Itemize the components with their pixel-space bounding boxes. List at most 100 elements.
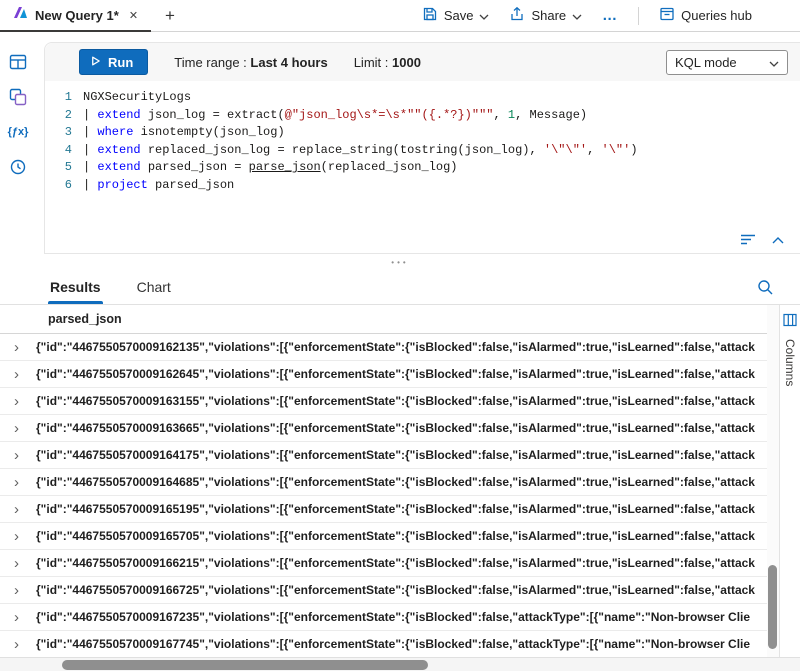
chevron-down-icon	[769, 55, 779, 70]
expand-chevron-icon[interactable]: ›	[14, 340, 36, 355]
parsed-json-cell: {"id":"4467550570009166215","violations"…	[36, 556, 767, 570]
top-bar: New Query 1* ✕ + Save Share …	[0, 0, 800, 32]
expand-chevron-icon[interactable]: ›	[14, 583, 36, 598]
new-tab-button[interactable]: +	[151, 0, 189, 31]
parsed-json-cell: {"id":"4467550570009167745","violations"…	[36, 637, 767, 651]
queries-hub-button[interactable]: Queries hub	[659, 6, 752, 25]
columns-icon	[783, 313, 797, 332]
results-tabs-row: Results Chart	[0, 270, 800, 305]
parsed-json-cell: {"id":"4467550570009166725","violations"…	[36, 583, 767, 597]
search-icon[interactable]	[756, 278, 774, 296]
divider	[638, 7, 639, 25]
expand-chevron-icon[interactable]: ›	[14, 421, 36, 436]
expand-chevron-icon[interactable]: ›	[14, 475, 36, 490]
expand-chevron-icon[interactable]: ›	[14, 637, 36, 652]
parsed-json-cell: {"id":"4467550570009162135","violations"…	[36, 340, 767, 354]
results-grid: parsed_json ›{"id":"4467550570009162135"…	[0, 305, 767, 657]
query-tab[interactable]: New Query 1* ✕	[0, 0, 151, 31]
chevron-down-icon	[479, 8, 489, 23]
table-row[interactable]: ›{"id":"4467550570009167235","violations…	[0, 604, 767, 631]
time-range-picker[interactable]: Time range : Last 4 hours	[174, 55, 327, 70]
limit-label: Limit :	[354, 55, 389, 70]
line-number: 2	[45, 107, 72, 125]
results-panel: Results Chart parsed_json ›{"id":"446755…	[0, 270, 800, 657]
queries-hub-icon	[659, 6, 675, 25]
table-row[interactable]: ›{"id":"4467550570009163665","violations…	[0, 415, 767, 442]
expand-chevron-icon[interactable]: ›	[14, 556, 36, 571]
horizontal-scrollbar-thumb[interactable]	[62, 660, 428, 670]
tune-icon[interactable]	[740, 234, 756, 246]
table-row[interactable]: ›{"id":"4467550570009165705","violations…	[0, 523, 767, 550]
close-tab-icon[interactable]: ✕	[126, 7, 141, 24]
time-range-value: Last 4 hours	[250, 55, 327, 70]
parsed-json-cell: {"id":"4467550570009163665","violations"…	[36, 421, 767, 435]
save-label: Save	[444, 8, 474, 23]
code-line: | where isnotempty(json_log)	[83, 124, 800, 142]
table-row[interactable]: ›{"id":"4467550570009167745","violations…	[0, 631, 767, 657]
editor-footer	[45, 227, 800, 253]
left-icon-rail: {ƒx}	[0, 32, 36, 254]
table-row[interactable]: ›{"id":"4467550570009164685","violations…	[0, 469, 767, 496]
tab-results[interactable]: Results	[48, 270, 103, 304]
table-row[interactable]: ›{"id":"4467550570009162645","violations…	[0, 361, 767, 388]
time-range-label: Time range :	[174, 55, 247, 70]
expand-chevron-icon[interactable]: ›	[14, 502, 36, 517]
parsed-json-cell: {"id":"4467550570009163155","violations"…	[36, 394, 767, 408]
queries-hub-label: Queries hub	[681, 8, 752, 23]
parsed-json-cell: {"id":"4467550570009167235","violations"…	[36, 610, 767, 624]
limit-picker[interactable]: Limit : 1000	[354, 55, 421, 70]
table-row[interactable]: ›{"id":"4467550570009166215","violations…	[0, 550, 767, 577]
table-row[interactable]: ›{"id":"4467550570009166725","violations…	[0, 577, 767, 604]
query-mode-select[interactable]: KQL mode	[666, 50, 788, 75]
history-icon[interactable]	[8, 157, 28, 177]
more-actions-button[interactable]: …	[602, 7, 618, 24]
line-number: 3	[45, 124, 72, 142]
code-line: NGXSecurityLogs	[83, 89, 800, 107]
pane-splitter[interactable]: •••	[0, 254, 800, 270]
parsed-json-cell: {"id":"4467550570009164685","violations"…	[36, 475, 767, 489]
parsed-json-cell: {"id":"4467550570009165705","violations"…	[36, 529, 767, 543]
tab-chart[interactable]: Chart	[135, 270, 173, 304]
column-header-parsed-json[interactable]: parsed_json	[0, 305, 767, 334]
columns-panel-toggle[interactable]: Columns	[779, 305, 800, 657]
query-toolbar: Run Time range : Last 4 hours Limit : 10…	[45, 43, 800, 81]
run-button[interactable]: Run	[79, 49, 148, 75]
functions-icon[interactable]: {ƒx}	[8, 122, 28, 142]
table-row[interactable]: ›{"id":"4467550570009163155","violations…	[0, 388, 767, 415]
data-table-icon[interactable]	[8, 52, 28, 72]
parsed-json-cell: {"id":"4467550570009162645","violations"…	[36, 367, 767, 381]
horizontal-scrollbar[interactable]	[0, 657, 800, 671]
table-row[interactable]: ›{"id":"4467550570009162135","violations…	[0, 334, 767, 361]
vertical-scrollbar[interactable]	[767, 305, 779, 657]
expand-chevron-icon[interactable]: ›	[14, 367, 36, 382]
tab-title: New Query 1*	[35, 8, 119, 23]
share-button[interactable]: Share	[509, 6, 582, 25]
vertical-scrollbar-thumb[interactable]	[768, 565, 777, 649]
code-line: | project parsed_json	[83, 177, 800, 195]
save-button[interactable]: Save	[422, 6, 490, 25]
app-logo-icon	[12, 5, 28, 26]
collapse-editor-chevron-icon[interactable]	[772, 237, 784, 244]
chevron-down-icon	[572, 8, 582, 23]
limit-value: 1000	[392, 55, 421, 70]
parsed-json-cell: {"id":"4467550570009164175","violations"…	[36, 448, 767, 462]
expand-chevron-icon[interactable]: ›	[14, 610, 36, 625]
kql-editor[interactable]: 123456 NGXSecurityLogs| extend json_log …	[45, 81, 800, 227]
expand-chevron-icon[interactable]: ›	[14, 394, 36, 409]
save-icon	[422, 6, 438, 25]
top-bar-actions: Save Share … Queries hub	[422, 0, 800, 31]
connections-icon[interactable]	[8, 87, 28, 107]
line-number: 5	[45, 159, 72, 177]
code-line: | extend replaced_json_log = replace_str…	[83, 142, 800, 160]
query-editor-card: Run Time range : Last 4 hours Limit : 10…	[44, 42, 800, 254]
run-label: Run	[108, 55, 133, 70]
expand-chevron-icon[interactable]: ›	[14, 529, 36, 544]
table-row[interactable]: ›{"id":"4467550570009164175","violations…	[0, 442, 767, 469]
line-number: 6	[45, 177, 72, 195]
expand-chevron-icon[interactable]: ›	[14, 448, 36, 463]
results-rows: ›{"id":"4467550570009162135","violations…	[0, 334, 767, 657]
code-lines[interactable]: NGXSecurityLogs| extend json_log = extra…	[83, 89, 800, 227]
parsed-json-cell: {"id":"4467550570009165195","violations"…	[36, 502, 767, 516]
table-row[interactable]: ›{"id":"4467550570009165195","violations…	[0, 496, 767, 523]
query-mode-value: KQL mode	[675, 55, 737, 70]
